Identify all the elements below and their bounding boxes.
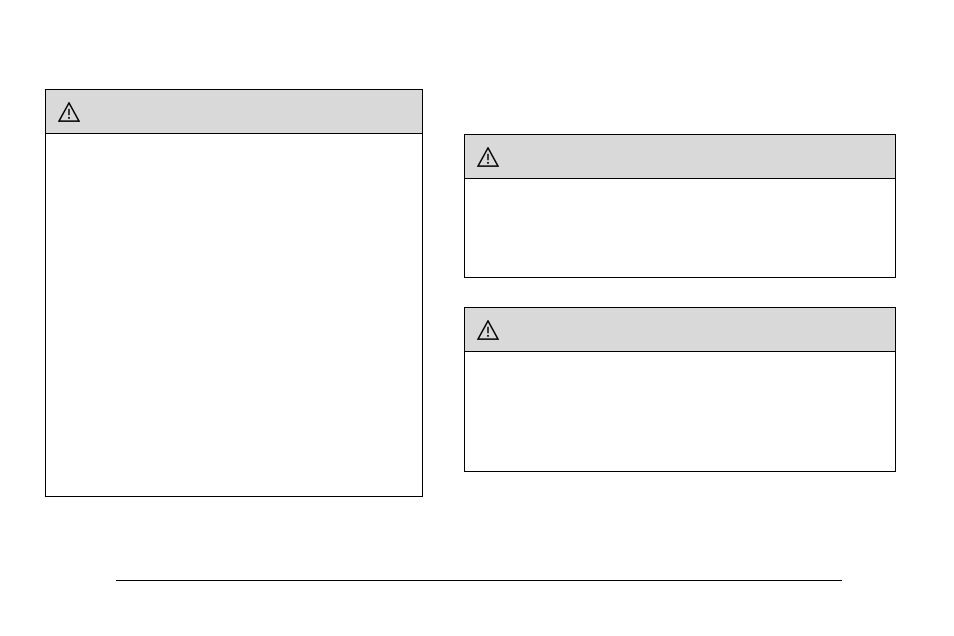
panel-header — [46, 90, 422, 134]
panel-body — [46, 134, 422, 496]
panel-body — [465, 179, 895, 277]
panel-header — [465, 135, 895, 179]
warning-panel-right-top — [464, 134, 896, 278]
warning-icon — [477, 147, 499, 167]
panel-body — [465, 352, 895, 471]
panel-header — [465, 308, 895, 352]
warning-icon — [58, 102, 80, 122]
warning-panel-right-bottom — [464, 307, 896, 472]
footer-divider — [116, 580, 842, 581]
warning-icon — [477, 320, 499, 340]
warning-panel-left — [45, 89, 423, 497]
